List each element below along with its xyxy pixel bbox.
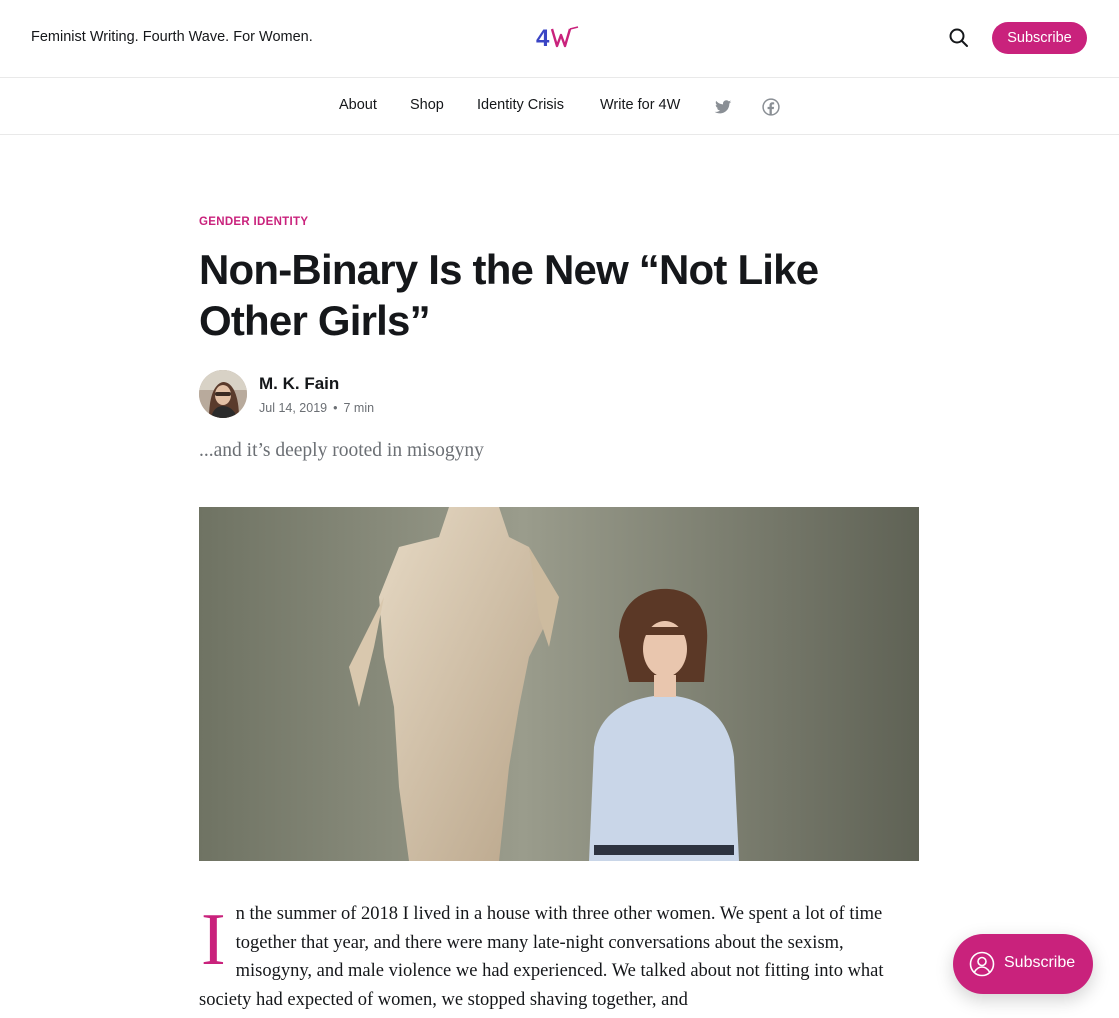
nav-item-identity-crisis[interactable]: Identity Crisis [477, 97, 564, 113]
article-title: Non-Binary Is the New “Not Like Other Gi… [199, 246, 819, 344]
avatar-image [199, 370, 247, 418]
article-meta: Jul 14, 2019 • 7 min [259, 401, 374, 415]
author-avatar[interactable] [199, 370, 247, 418]
reading-time: 7 min [343, 401, 375, 415]
subscribe-button[interactable]: Subscribe [992, 22, 1087, 54]
site-header: Feminist Writing. Fourth Wave. For Women… [0, 0, 1119, 78]
twitter-icon[interactable] [713, 97, 733, 117]
facebook-icon[interactable] [761, 97, 781, 117]
article-category[interactable]: Gender Identity [199, 216, 308, 228]
publish-date: Jul 14, 2019 [259, 401, 328, 415]
search-icon[interactable] [946, 25, 972, 51]
article-body: In the summer of 2018 I lived in a house… [199, 900, 921, 1015]
drop-cap: I [201, 899, 226, 981]
main-navigation: About Shop Identity Crisis Write for 4W [0, 79, 1119, 135]
nav-item-about[interactable]: About [339, 97, 377, 113]
logo-w-tail [569, 26, 579, 30]
site-logo[interactable]: 4 [536, 24, 584, 50]
nav-item-shop[interactable]: Shop [410, 97, 444, 113]
portal-subscribe-label: Subscribe [1004, 954, 1076, 971]
logo-w [550, 28, 572, 48]
feature-image [199, 507, 919, 861]
logo-four: 4 [536, 25, 550, 50]
site-tagline: Feminist Writing. Fourth Wave. For Women… [31, 29, 313, 45]
portal-subscribe-button[interactable]: Subscribe [953, 934, 1093, 994]
user-circle-icon [969, 951, 995, 977]
body-paragraph: n the summer of 2018 I lived in a house … [199, 904, 884, 1011]
meta-separator: • [333, 401, 338, 415]
feature-photo [199, 507, 919, 861]
article-excerpt: ...and it’s deeply rooted in misogyny [199, 440, 484, 461]
nav-item-write-for-4w[interactable]: Write for 4W [600, 97, 680, 113]
author-name[interactable]: M. K. Fain [259, 374, 339, 394]
